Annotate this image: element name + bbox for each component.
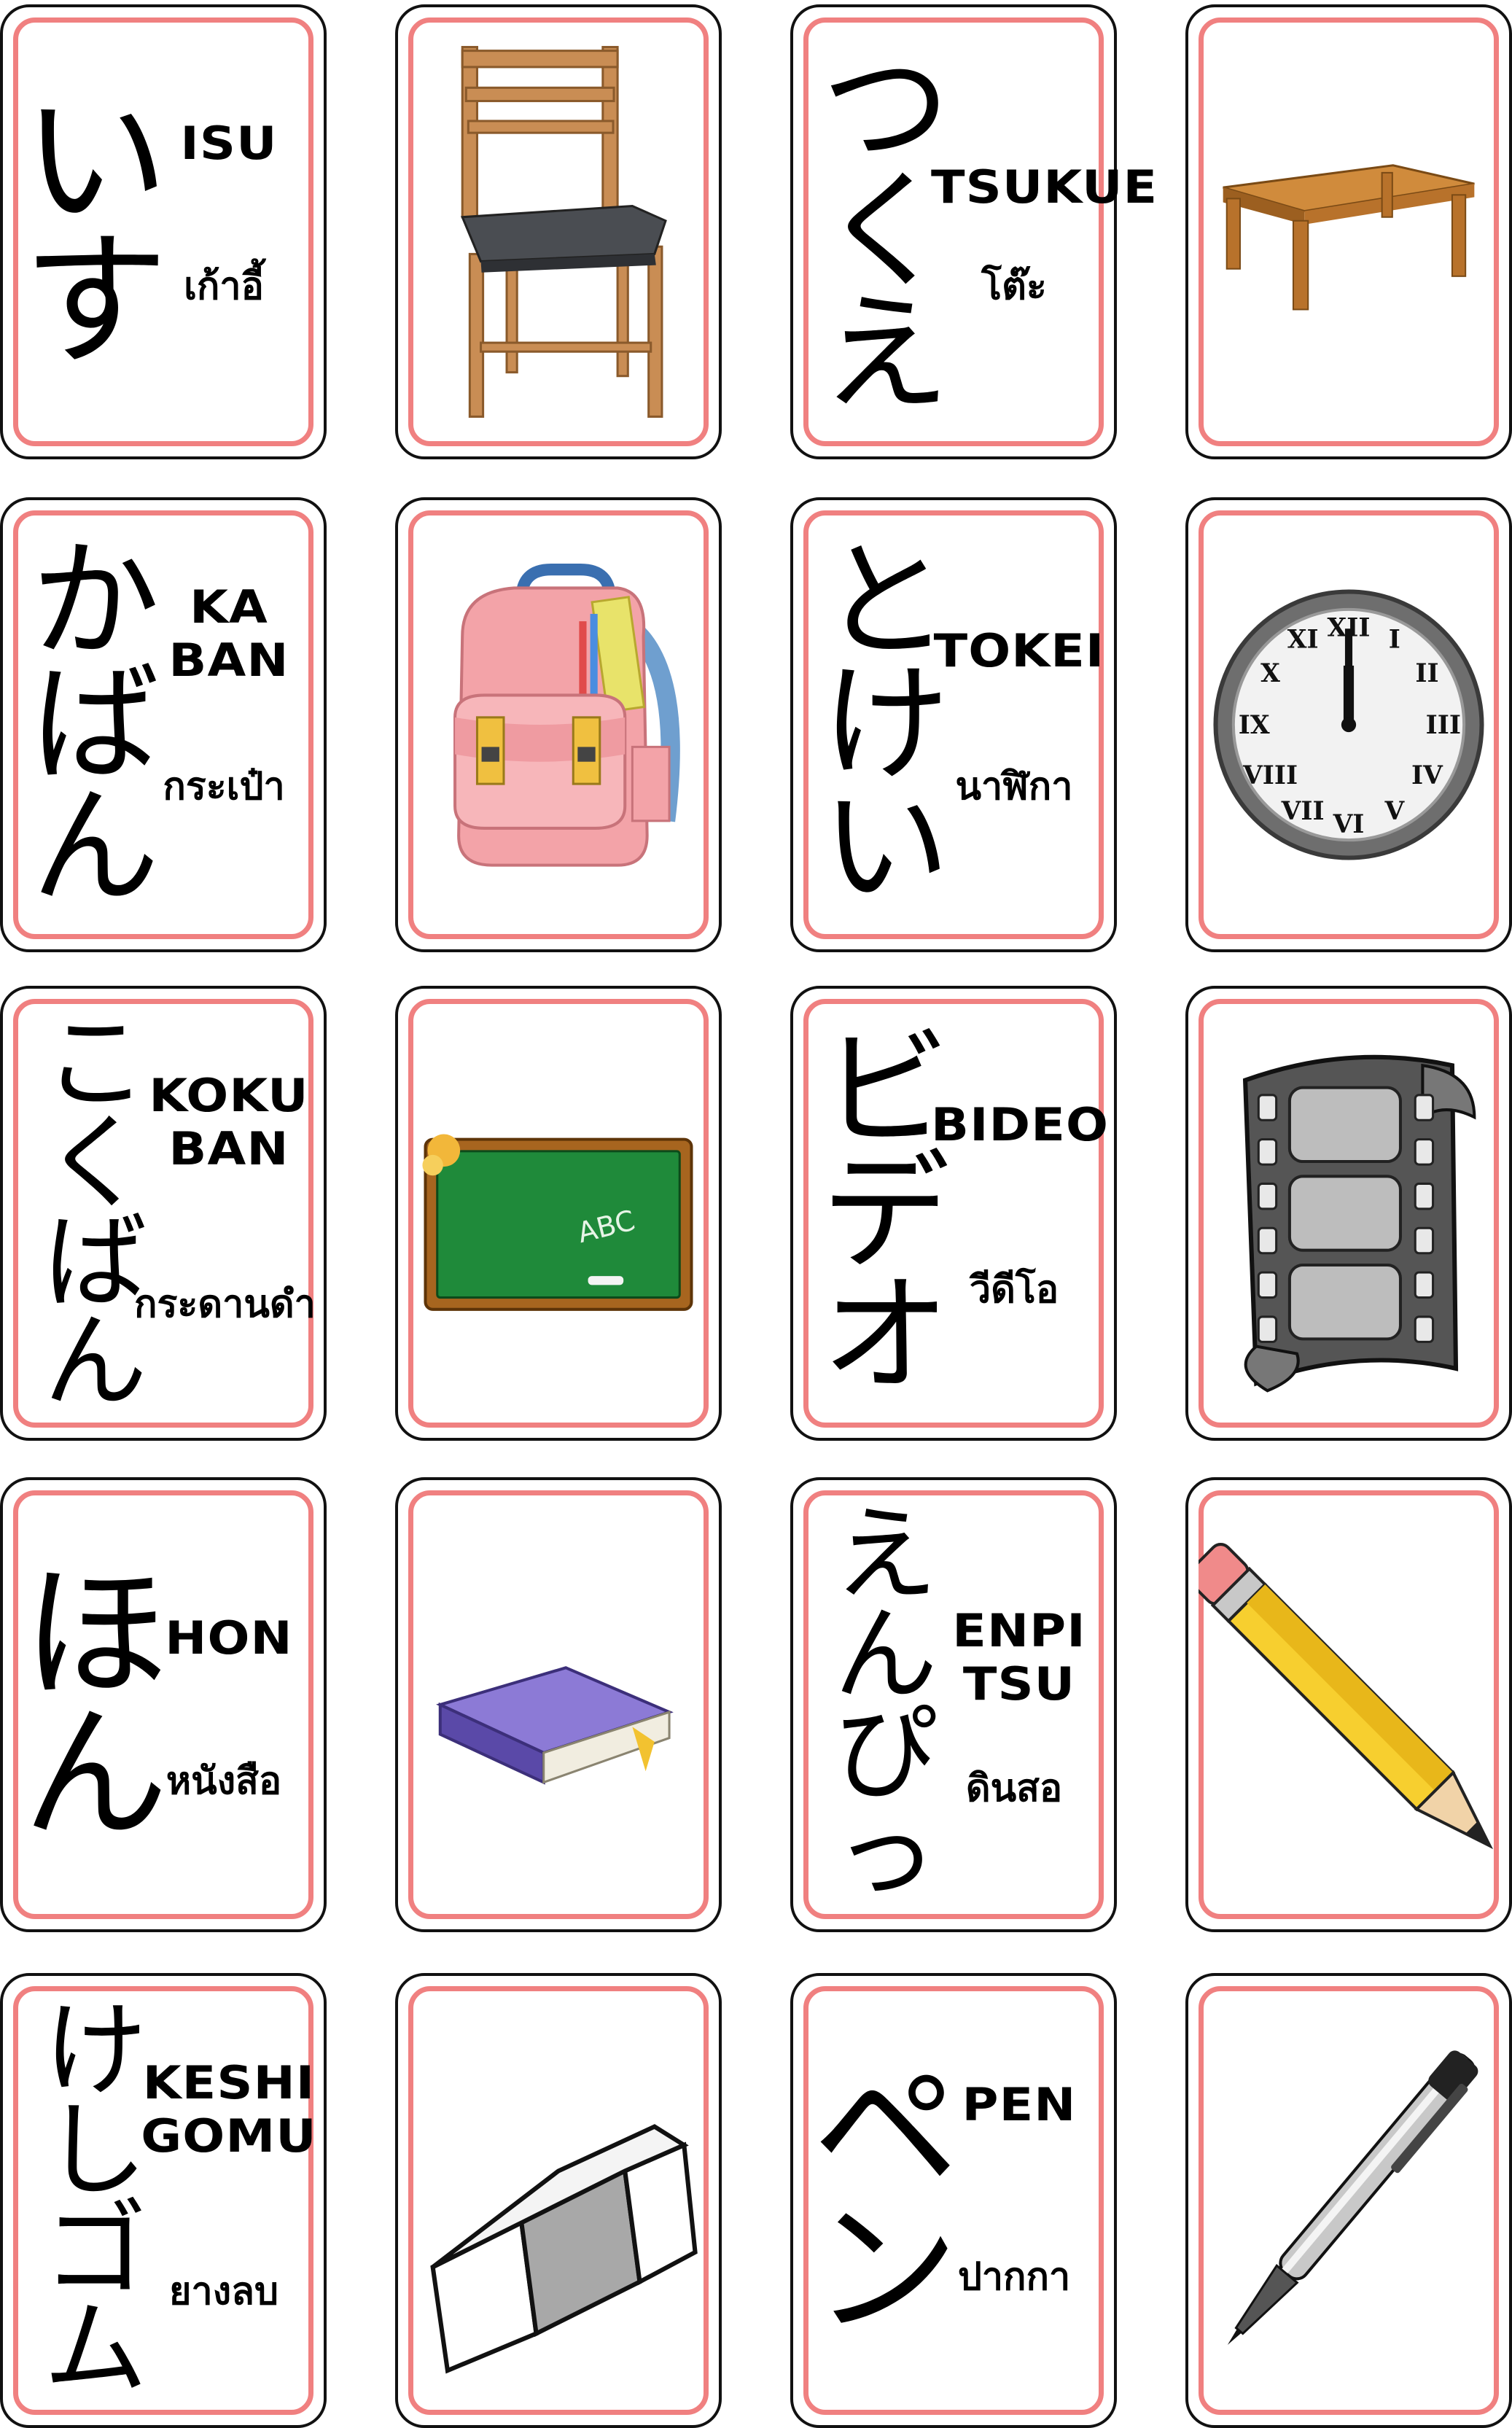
picture-card-eraser[interactable] — [395, 1973, 722, 2428]
svg-text:VI: VI — [1333, 810, 1365, 839]
picture-card-film-strip[interactable] — [1185, 986, 1512, 1441]
clock-icon: XII I II III IV V VI VII VIII IX X XI — [1199, 510, 1499, 939]
svg-text:IX: IX — [1239, 711, 1270, 740]
thai-text: นาฬิกา — [955, 765, 1073, 809]
backpack-icon — [408, 510, 709, 939]
svg-text:VIII: VIII — [1242, 761, 1298, 790]
kana-char: ゴ — [44, 2190, 147, 2310]
kana-text: ペン — [809, 1989, 962, 2412]
word-card-kaban[interactable]: かばん KA BAN กระเป๋า — [0, 497, 327, 952]
svg-text:IV: IV — [1411, 761, 1443, 790]
thai-text: ปากกา — [957, 2255, 1071, 2299]
kana-char: け — [44, 1991, 147, 2112]
kana-char: し — [44, 2090, 147, 2211]
svg-text:II: II — [1415, 659, 1438, 688]
chair-icon — [408, 17, 709, 446]
word-card-enpitsu[interactable]: えんぴっ ENPI TSU ดินสอ — [790, 1477, 1117, 1932]
thai-text: วีดีโอ — [969, 1268, 1059, 1312]
svg-text:XI: XI — [1287, 626, 1319, 655]
flashcard-sheet: いす ISU เก้าอี้ つくえ TSUKUE โต๊ะ か ば ん KA … — [0, 0, 1512, 2428]
word-card-kokuban[interactable]: こくばん KOKU BAN กระดานดำ — [0, 986, 327, 1441]
kana-char: ば — [44, 1202, 147, 1323]
word-card-tokei[interactable]: とけい TOKEI นาฬิกา — [790, 497, 1117, 952]
svg-text:III: III — [1426, 711, 1461, 740]
thai-text: กระดานดำ — [134, 1283, 316, 1326]
kana-text: こくばん — [19, 1002, 172, 1425]
thai-text: เก้าอี้ — [184, 265, 264, 308]
word-card-tsukue[interactable]: つくえ TSUKUE โต๊ะ — [790, 4, 1158, 459]
picture-card-blackboard[interactable]: ABC — [395, 986, 722, 1441]
pen-icon — [1199, 1986, 1499, 2415]
kana-char: デ — [821, 1137, 950, 1288]
romaji-text: HON — [165, 1611, 293, 1665]
picture-card-clock[interactable]: XII I II III IV V VI VII VIII IX X XI — [1185, 497, 1512, 952]
word-card-bideo[interactable]: ビデオ BIDEO วีดีโอ — [790, 986, 1117, 1441]
picture-card-backpack[interactable] — [395, 497, 722, 952]
blackboard-icon: ABC — [408, 999, 709, 1428]
kana-char: っ — [834, 1793, 938, 1914]
picture-card-book[interactable] — [395, 1477, 722, 1932]
pencil-icon — [1199, 1490, 1499, 1919]
word-card-keshigomu[interactable]: けしゴム KESHI GOMU ยางลบ — [0, 1973, 327, 2428]
picture-card-desk[interactable] — [1185, 4, 1512, 459]
thai-text: ยางลบ — [169, 2270, 278, 2314]
thai-text: โต๊ะ — [981, 265, 1047, 308]
picture-card-pencil[interactable] — [1185, 1477, 1512, 1932]
svg-text:V: V — [1384, 797, 1405, 826]
romaji-text: KESHI GOMU — [141, 2056, 317, 2163]
desk-icon — [1199, 17, 1499, 446]
svg-text:X: X — [1260, 659, 1280, 688]
kana-char: ん — [834, 1594, 938, 1715]
picture-card-chair[interactable] — [395, 4, 722, 459]
kana-char: ぴ — [834, 1694, 938, 1814]
book-icon — [408, 1490, 709, 1919]
thai-text: ดินสอ — [965, 1767, 1063, 1810]
kana-char: ム — [44, 2289, 147, 2410]
kana-text: ほん — [19, 1493, 172, 1916]
romaji-text: ISU — [180, 117, 278, 170]
thai-text: หนังสือ — [165, 1759, 282, 1803]
word-card-isu[interactable]: いす ISU เก้าอี้ — [0, 4, 327, 459]
kana-text: けしゴム — [19, 1989, 172, 2412]
kana-text: かばん — [19, 513, 172, 936]
film-strip-icon — [1199, 999, 1499, 1428]
kana-char: ん — [44, 1301, 147, 1423]
svg-text:I: I — [1389, 626, 1400, 655]
kana-char: つ — [821, 33, 950, 183]
kana-text: つくえ — [809, 20, 962, 443]
kana-char: こ — [44, 1003, 147, 1124]
kana-text: とけい — [809, 513, 962, 936]
romaji-text: KOKU BAN — [149, 1069, 309, 1176]
romaji-text: ENPI TSU — [952, 1604, 1086, 1711]
picture-card-pen[interactable] — [1185, 1973, 1512, 2428]
word-card-hon[interactable]: ほん HON หนังสือ — [0, 1477, 327, 1932]
word-card-pen[interactable]: ペン PEN ปากกา — [790, 1973, 1117, 2428]
romaji-text: TSUKUE — [931, 160, 1158, 214]
thai-text: กระเป๋า — [163, 765, 285, 809]
romaji-text: PEN — [962, 2078, 1077, 2131]
romaji-text: KA BAN — [168, 580, 289, 688]
romaji-text: TOKEI — [933, 624, 1105, 677]
romaji-text: BIDEO — [931, 1098, 1110, 1151]
kana-char: く — [44, 1102, 147, 1223]
eraser-icon — [408, 1986, 709, 2415]
kana-text: いす — [19, 20, 172, 443]
svg-text:VII: VII — [1281, 797, 1325, 826]
kana-text: ビデオ — [809, 1002, 962, 1425]
kana-char: え — [834, 1495, 938, 1616]
